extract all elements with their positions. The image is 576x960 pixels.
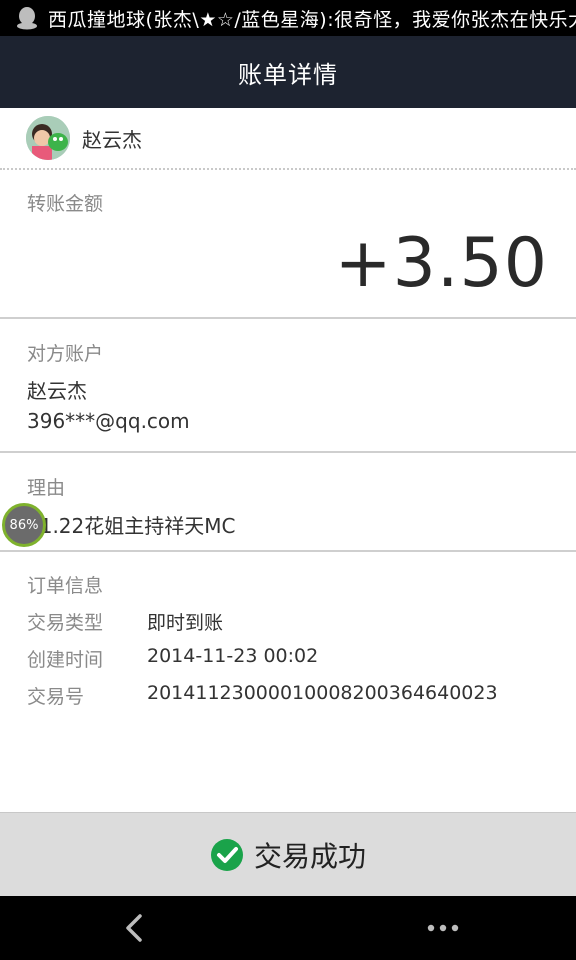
counterparty-label: 对方账户 — [27, 343, 104, 365]
divider — [0, 550, 576, 552]
reason-text: 11.22花姐主持祥天MC — [27, 514, 236, 538]
transaction-type-value: 即时到账 — [147, 612, 224, 634]
progress-text: 86% — [9, 517, 39, 533]
amount-label: 转账金额 — [27, 193, 104, 215]
bottom-nav-bar — [0, 896, 576, 960]
created-time-value: 2014-11-23 00:02 — [147, 645, 319, 667]
progress-overlay-badge[interactable]: 86% — [2, 503, 46, 547]
transaction-id-key: 交易号 — [27, 686, 85, 708]
chevron-left-icon[interactable] — [118, 910, 152, 946]
counterparty-name: 赵云杰 — [27, 379, 87, 403]
created-time-key: 创建时间 — [27, 649, 104, 671]
page-title: 账单详情 — [238, 60, 338, 89]
title-bar: 账单详情 — [0, 36, 576, 108]
payer-row[interactable]: 赵云杰 — [0, 108, 576, 170]
transaction-status-bar: 交易成功 — [0, 812, 576, 897]
amount-value: +3.50 — [334, 224, 548, 303]
status-text: 交易成功 — [253, 840, 366, 873]
order-info-label: 订单信息 — [27, 575, 104, 597]
transaction-id-value: 20141123000010008200364640023 — [147, 682, 498, 704]
divider — [0, 451, 576, 453]
check-circle-icon — [210, 839, 243, 871]
payer-name: 赵云杰 — [82, 127, 142, 152]
notification-ticker: 西瓜撞地球(张杰\★☆/蓝色星海):很奇怪，我爱你张杰在快乐大 — [48, 8, 576, 31]
more-dots-icon[interactable] — [418, 914, 468, 942]
counterparty-account: 396***@qq.com — [27, 409, 190, 433]
divider — [0, 317, 576, 319]
status-bar: 西瓜撞地球(张杰\★☆/蓝色星海):很奇怪，我爱你张杰在快乐大 — [0, 0, 576, 36]
transaction-type-key: 交易类型 — [27, 612, 104, 634]
reason-label: 理由 — [27, 477, 66, 499]
avatar — [26, 116, 70, 160]
qq-penguin-icon — [17, 7, 37, 30]
